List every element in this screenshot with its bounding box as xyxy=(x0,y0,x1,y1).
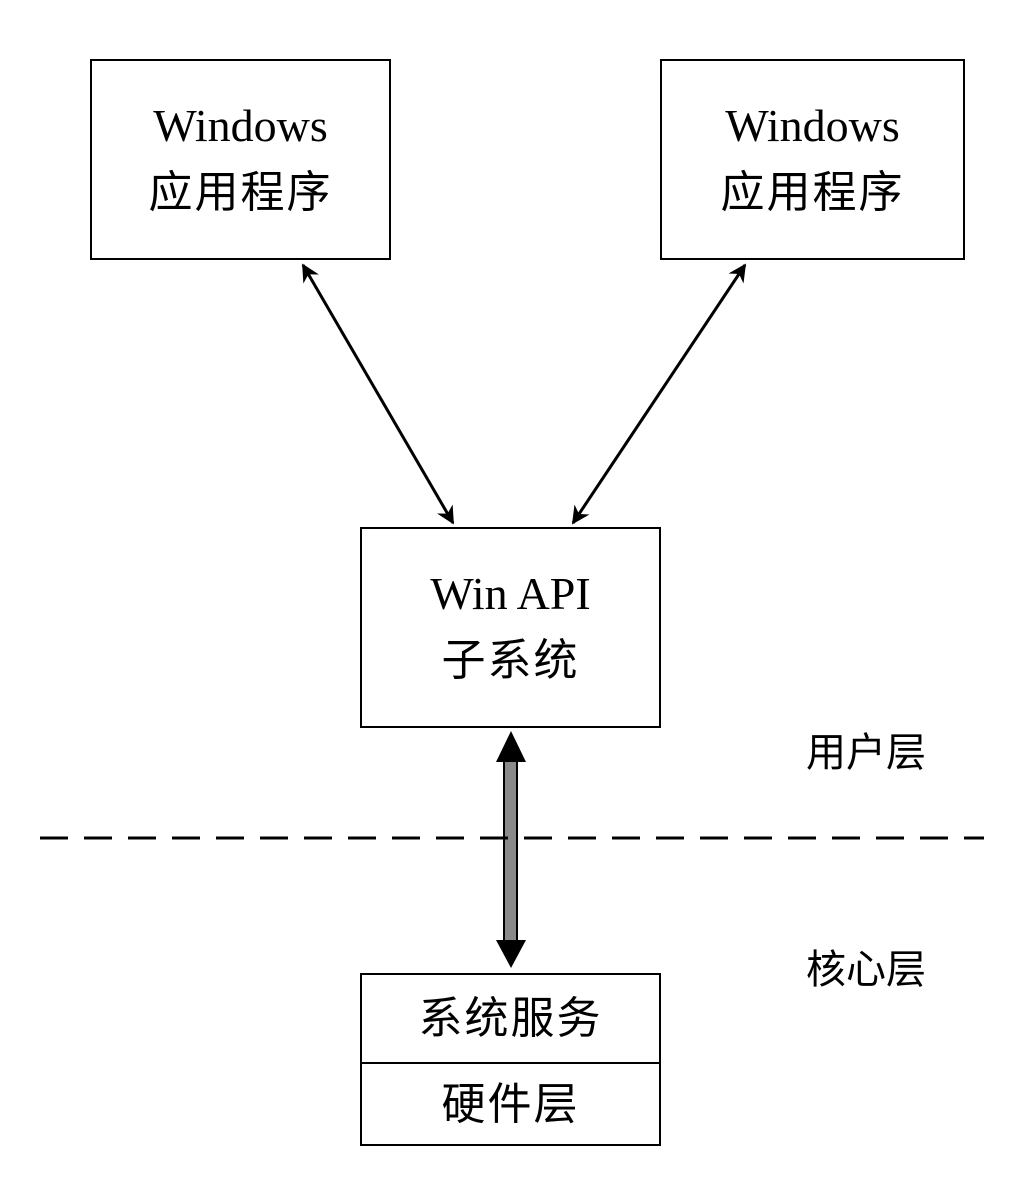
app-left-title: Windows xyxy=(153,100,328,151)
user-layer-label: 用户层 xyxy=(806,730,926,776)
winapi-title: Win API xyxy=(430,568,591,619)
app-right-title: Windows xyxy=(725,100,900,151)
app-left-subtitle: 应用程序 xyxy=(148,167,333,218)
winapi-subtitle: 子系统 xyxy=(441,635,580,686)
hardware-layer-label: 硬件层 xyxy=(441,1079,580,1130)
windows-app-right-box: Windows 应用程序 xyxy=(660,59,965,260)
kernel-stack-box: 系统服务 硬件层 xyxy=(360,973,661,1146)
edge-winapi-kernel xyxy=(496,731,526,968)
kernel-layer-label: 核心层 xyxy=(806,947,926,993)
winapi-subsystem-box: Win API 子系统 xyxy=(360,527,661,728)
edge-app-right-winapi xyxy=(571,263,747,525)
system-services-label: 系统服务 xyxy=(418,993,603,1044)
app-right-subtitle: 应用程序 xyxy=(720,167,905,218)
kernel-stack-divider xyxy=(362,1062,659,1064)
edge-app-left-winapi xyxy=(301,263,455,525)
windows-app-left-box: Windows 应用程序 xyxy=(90,59,391,260)
